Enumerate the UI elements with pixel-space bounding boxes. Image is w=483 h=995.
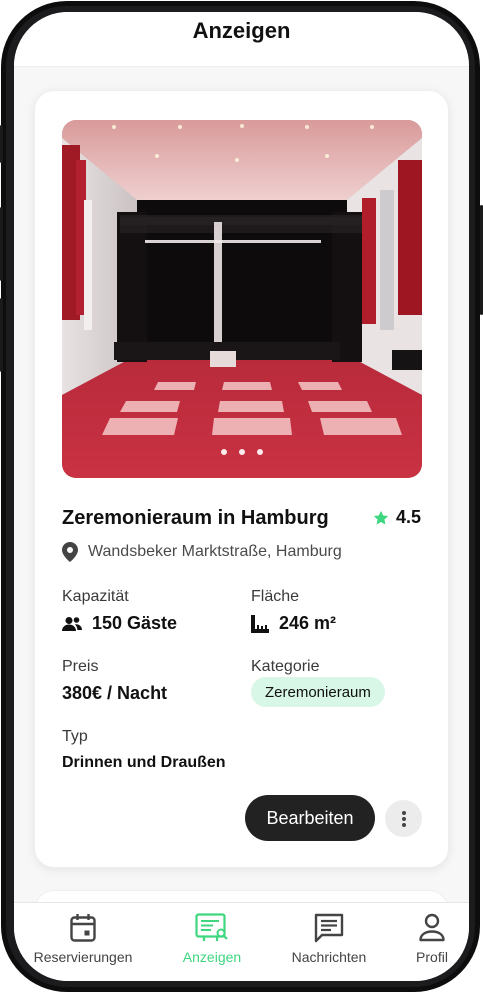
tab-anzeigen[interactable]: Anzeigen: [174, 913, 250, 965]
star-icon: [373, 510, 389, 524]
pagination-dot[interactable]: [239, 449, 245, 455]
area-text: 246 m²: [279, 613, 337, 633]
image-pagination-dots[interactable]: [62, 442, 422, 460]
tab-label: Nachrichten: [291, 949, 367, 965]
tab-label: Anzeigen: [182, 949, 242, 965]
address: Wandsbeker Marktstraße, Hamburg: [62, 542, 342, 562]
hall-photo-image: [62, 120, 422, 478]
app-screen: Anzeigen Zeremonieraum in Hamburg 4.5 Wa…: [14, 12, 469, 981]
price-value: 380€ / Nacht: [62, 683, 168, 703]
type-label: Typ: [62, 728, 88, 745]
pagination-dot[interactable]: [257, 449, 264, 455]
type-value: Drinnen und Draußen: [62, 754, 226, 771]
rating: 4.5: [372, 507, 421, 528]
bottom-tab-bar: Reservierungen Anzeigen Nachrichten Prof…: [14, 902, 469, 981]
listing-photo[interactable]: [62, 120, 422, 478]
more-vertical-icon: [401, 810, 406, 827]
tab-nachrichten[interactable]: Nachrichten: [284, 913, 374, 965]
capacity-label: Kapazität: [62, 588, 129, 605]
edit-button[interactable]: Bearbeiten: [245, 795, 375, 841]
ruler-icon: [251, 614, 269, 633]
location-pin-icon: [62, 542, 78, 562]
area-value: 246 m²: [251, 613, 336, 634]
rating-value: 4.5: [395, 507, 421, 527]
listing-card[interactable]: Zeremonieraum in Hamburg 4.5 Wandsbeker …: [34, 90, 449, 868]
more-options-button[interactable]: [385, 800, 422, 837]
tab-label: Profil: [416, 949, 448, 965]
address-text: Wandsbeker Marktstraße, Hamburg: [88, 543, 342, 560]
side-button: [0, 125, 3, 163]
price-label: Preis: [62, 658, 99, 675]
capacity-text: 150 Gäste: [92, 613, 178, 633]
listing-icon: [195, 913, 228, 941]
capacity-value: 150 Gäste: [62, 613, 177, 634]
listing-title: Zeremonieraum in Hamburg: [62, 507, 329, 529]
calendar-icon: [70, 914, 96, 942]
page-title: Anzeigen: [192, 18, 291, 43]
users-icon: [62, 616, 82, 631]
tab-reservierungen[interactable]: Reservierungen: [32, 913, 134, 965]
tab-label: Reservierungen: [33, 949, 133, 965]
listings-feed[interactable]: Zeremonieraum in Hamburg 4.5 Wandsbeker …: [14, 67, 469, 952]
category-label: Kategorie: [251, 658, 320, 675]
pagination-dot[interactable]: [220, 449, 227, 455]
top-bar: Anzeigen: [14, 12, 469, 67]
tab-profil[interactable]: Profil: [409, 913, 455, 965]
area-label: Fläche: [251, 588, 300, 605]
message-icon: [314, 913, 344, 943]
category-badge: Zeremonieraum: [251, 677, 385, 707]
side-button: [0, 298, 3, 372]
side-button: [0, 207, 3, 281]
user-icon: [419, 913, 445, 942]
